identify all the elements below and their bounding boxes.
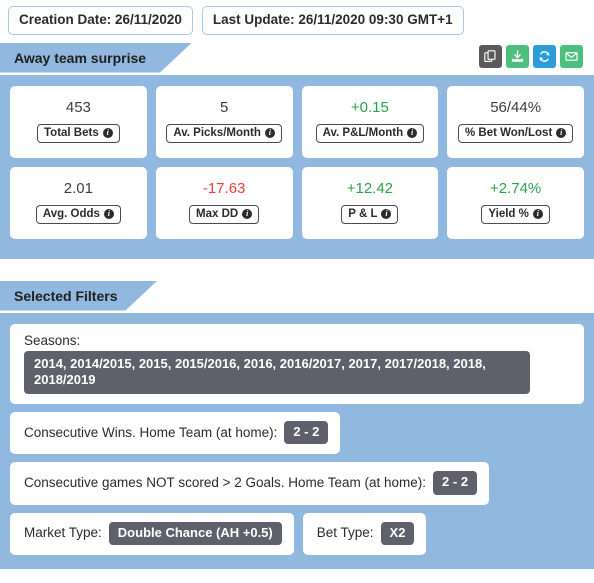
stat-value: 453	[65, 98, 91, 116]
stat-label-text: Av. Picks/Month	[173, 126, 261, 139]
filter-consecutive-not-scored: Consecutive games NOT scored > 2 Goals. …	[10, 462, 490, 505]
meta-date-row: Creation Date: 26/11/2020 Last Update: 2…	[0, 0, 594, 35]
seasons-label: Seasons:	[24, 332, 81, 348]
stat-label-bet-won-lost[interactable]: % Bet Won/Lost i	[457, 123, 574, 144]
stat-label-av-picks-month[interactable]: Av. Picks/Month i	[166, 123, 282, 144]
stat-value: 5	[219, 98, 229, 116]
filter-row-market-bet: Market Type: Double Chance (AH +0.5) Bet…	[10, 512, 584, 555]
bet-type-label: Bet Type:	[316, 525, 374, 541]
info-icon[interactable]: i	[407, 128, 418, 138]
market-type-label: Market Type:	[24, 525, 102, 541]
info-icon[interactable]: i	[103, 209, 114, 219]
filter-consecutive-wins: Consecutive Wins. Home Team (at home): 2…	[10, 412, 341, 455]
copy-icon	[484, 49, 497, 63]
stat-label-text: % Bet Won/Lost	[464, 126, 553, 139]
stat-label-total-bets[interactable]: Total Bets i	[37, 123, 120, 144]
stat-label-avg-odds[interactable]: Avg. Odds i	[35, 204, 121, 225]
stat-label-text: Avg. Odds	[42, 207, 100, 220]
download-icon	[511, 50, 524, 63]
stat-card-bet-won-lost: 56/44% % Bet Won/Lost i	[447, 85, 584, 158]
stat-value: 2.01	[63, 179, 93, 197]
stat-card-max-dd: -17.63 Max DD i	[155, 166, 293, 239]
stat-label-text: Yield %	[488, 207, 529, 220]
stat-value: +2.74%	[489, 179, 542, 197]
email-icon	[565, 50, 578, 63]
stats-row-2: 2.01 Avg. Odds i -17.63 Max DD i +12.42 …	[10, 166, 584, 239]
stat-label-text: P & L	[348, 207, 378, 220]
stat-label-text: Max DD	[196, 207, 239, 220]
filter-market-type: Market Type: Double Chance (AH +0.5)	[10, 512, 294, 555]
page-root: Creation Date: 26/11/2020 Last Update: 2…	[0, 0, 594, 583]
creation-date-box: Creation Date: 26/11/2020	[8, 6, 193, 35]
stat-label-max-dd[interactable]: Max DD i	[189, 204, 260, 225]
consecutive-not-scored-label: Consecutive games NOT scored > 2 Goals. …	[24, 475, 427, 491]
refresh-icon	[538, 50, 551, 63]
consecutive-wins-label: Consecutive Wins. Home Team (at home):	[24, 424, 278, 440]
stat-value: 56/44%	[490, 98, 542, 116]
email-button[interactable]	[560, 44, 583, 68]
filter-bet-type: Bet Type: X2	[302, 512, 427, 555]
stat-card-avg-odds: 2.01 Avg. Odds i	[10, 166, 147, 239]
info-icon[interactable]: i	[102, 128, 113, 138]
info-icon[interactable]: i	[242, 209, 253, 219]
stat-card-av-pl-month: +0.15 Av. P&L/Month i	[301, 85, 439, 158]
refresh-button[interactable]	[533, 44, 556, 68]
bet-type-value: X2	[380, 521, 415, 545]
consecutive-wins-value: 2 - 2	[284, 421, 329, 445]
filter-seasons: Seasons: 2014, 2014/2015, 2015, 2015/201…	[10, 323, 584, 405]
stats-row-1: 453 Total Bets i 5 Av. Picks/Month i +0.…	[10, 85, 584, 158]
stat-label-text: Av. P&L/Month	[322, 126, 404, 139]
stat-value: +0.15	[350, 98, 389, 116]
stat-label-text: Total Bets	[44, 126, 99, 139]
filters-banner-wrap: Selected Filters	[0, 281, 594, 311]
stat-card-pl: +12.42 P & L i	[301, 166, 439, 239]
last-update-box: Last Update: 26/11/2020 09:30 GMT+1	[201, 6, 464, 35]
info-icon[interactable]: i	[532, 209, 543, 219]
stat-card-total-bets: 453 Total Bets i	[10, 85, 147, 158]
stat-label-av-pl-month[interactable]: Av. P&L/Month i	[315, 123, 425, 144]
filters-title: Selected Filters	[0, 281, 158, 311]
strategy-actions	[479, 44, 583, 68]
stat-card-av-picks-month: 5 Av. Picks/Month i	[155, 85, 293, 158]
seasons-value: 2014, 2014/2015, 2015, 2015/2016, 2016, …	[24, 350, 530, 395]
strategy-title: Away team surprise	[0, 43, 192, 73]
stat-label-pl[interactable]: P & L i	[341, 204, 399, 225]
info-icon[interactable]: i	[381, 209, 392, 219]
consecutive-not-scored-value: 2 - 2	[433, 471, 478, 495]
info-icon[interactable]: i	[556, 128, 567, 138]
stat-value: +12.42	[346, 179, 394, 197]
download-button[interactable]	[506, 44, 529, 68]
stat-label-yield[interactable]: Yield % i	[481, 204, 550, 225]
stat-value: -17.63	[202, 179, 246, 197]
stat-card-yield: +2.74% Yield % i	[447, 166, 584, 239]
filters-panel: Seasons: 2014, 2014/2015, 2015, 2015/201…	[0, 312, 594, 569]
info-icon[interactable]: i	[264, 128, 275, 138]
stats-panel: 453 Total Bets i 5 Av. Picks/Month i +0.…	[0, 74, 594, 259]
copy-button[interactable]	[479, 44, 502, 68]
strategy-banner-wrap: Away team surprise	[0, 43, 594, 73]
market-type-value: Double Chance (AH +0.5)	[108, 521, 282, 545]
